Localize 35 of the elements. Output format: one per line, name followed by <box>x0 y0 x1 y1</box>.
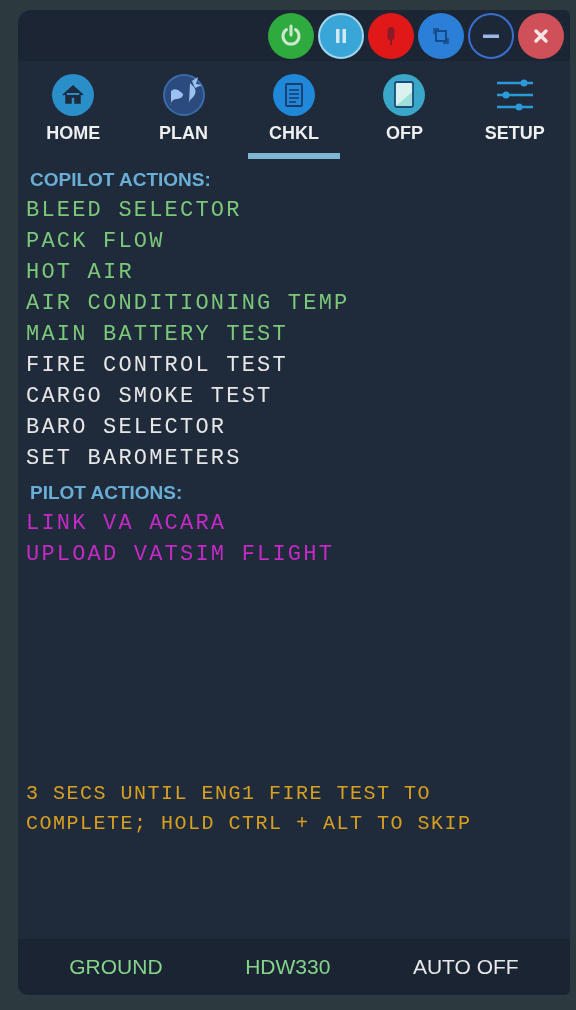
close-icon <box>534 28 548 43</box>
checklist-item[interactable]: PACK FLOW <box>26 226 165 257</box>
home-icon <box>51 73 96 117</box>
status-text: AUTO OFF <box>412 955 519 979</box>
tab[interactable]: HOME <box>27 61 120 159</box>
microphone-icon <box>387 26 395 46</box>
checklist-icon <box>272 73 316 117</box>
status-text: HDW330 <box>245 955 331 979</box>
checklist-item[interactable]: AIR CONDITIONING TEMP <box>26 288 350 319</box>
tab[interactable]: PLAN <box>137 61 230 159</box>
power-icon <box>281 24 301 46</box>
restore-icon <box>433 27 449 44</box>
section-heading: COPILOT ACTIONS: <box>30 169 211 191</box>
close-button[interactable] <box>518 12 564 59</box>
section-heading: PILOT ACTIONS: <box>30 482 183 504</box>
checklist-item[interactable]: BARO SELECTOR <box>26 412 227 443</box>
globe-icon <box>161 73 206 117</box>
minimize-button[interactable] <box>468 12 514 59</box>
minimize-icon <box>483 34 499 38</box>
checklist-item[interactable]: MAIN BATTERY TEST <box>26 319 288 350</box>
power-button[interactable] <box>268 12 314 59</box>
checklist-item[interactable]: HOT AIR <box>26 257 134 288</box>
status-text: GROUND <box>69 955 163 979</box>
checklist-item[interactable]: SET BAROMETERS <box>26 443 242 474</box>
checklist-item[interactable]: FIRE CONTROL TEST <box>26 350 288 381</box>
pause-icon <box>336 28 346 43</box>
tab[interactable]: CHKL <box>247 61 341 159</box>
checklist-item[interactable]: CARGO SMOKE TEST <box>26 381 273 412</box>
checklist-item[interactable]: BLEED SELECTOR <box>26 195 242 226</box>
status-message: 3 SECS UNTIL ENG1 FIRE TEST TO COMPLETE; HOLD CTRL + ALT TO SKIP <box>25 781 473 837</box>
restore-button[interactable] <box>418 12 464 59</box>
tab[interactable]: OFP <box>358 61 451 159</box>
clipboard-icon <box>382 73 427 117</box>
tab[interactable]: SETUP <box>468 61 562 159</box>
pause-button[interactable] <box>318 12 364 59</box>
